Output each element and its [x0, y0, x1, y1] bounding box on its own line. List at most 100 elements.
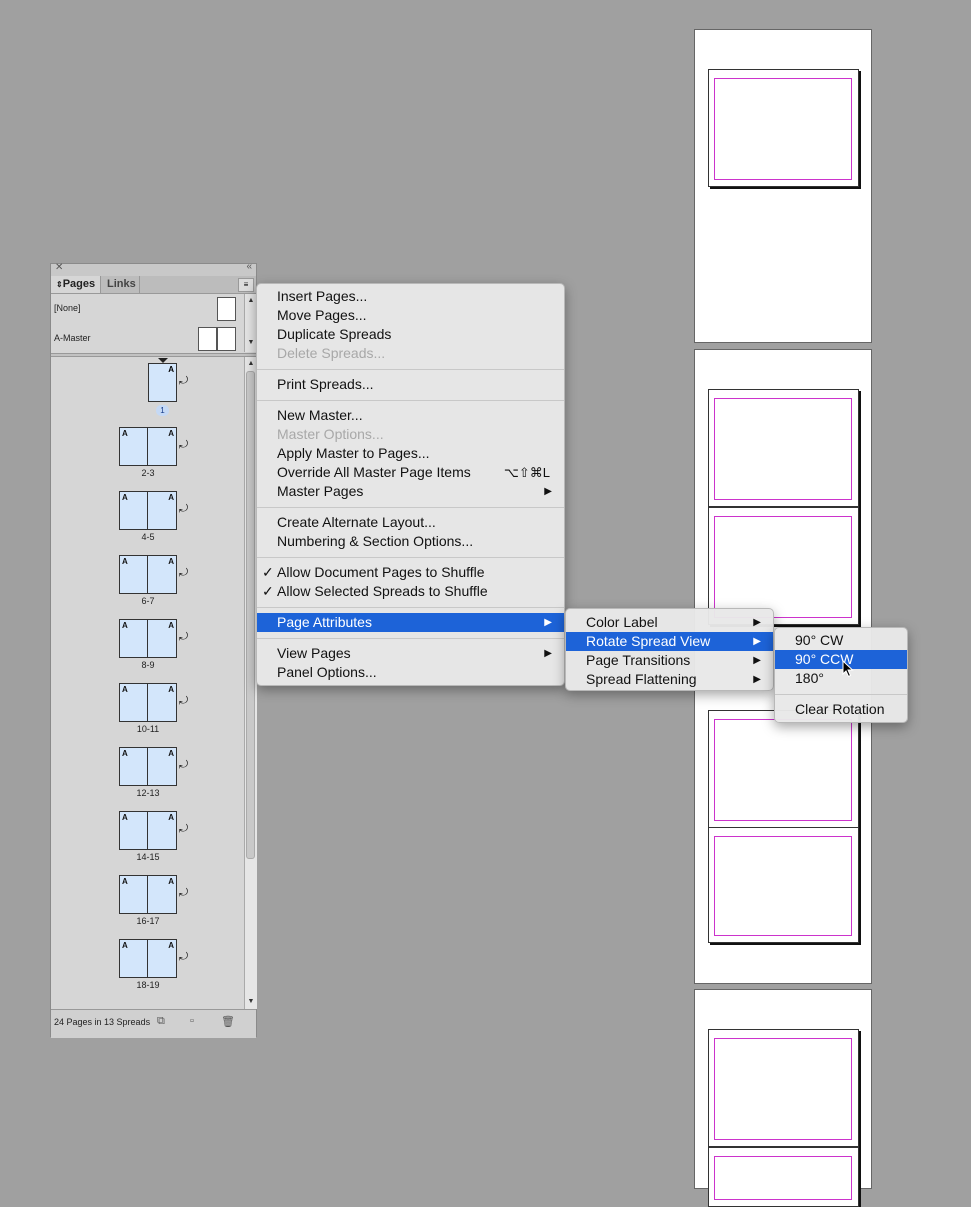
menu-item-label: Page Transitions	[586, 652, 691, 668]
menu-item-label: Allow Document Pages to Shuffle	[277, 564, 485, 580]
menu-separator	[257, 507, 564, 508]
panel-menu-item[interactable]: Master Pages ▶	[257, 482, 564, 501]
spread-thumbnail[interactable]: AA	[119, 427, 177, 466]
margin-guide	[714, 719, 852, 821]
panel-menu-item[interactable]: New Master...	[257, 406, 564, 425]
scroll-down-icon[interactable]: ▼	[245, 997, 257, 1007]
submenu-arrow-icon: ▶	[753, 674, 761, 685]
spine-line	[147, 812, 148, 849]
mouse-cursor-icon	[842, 660, 854, 678]
panel-menu-item[interactable]: Print Spreads...	[257, 375, 564, 394]
panel-menu-item[interactable]: Override All Master Page Items ⌥⇧⌘L	[257, 463, 564, 482]
close-icon[interactable]: ✕	[55, 262, 63, 273]
rotate-item[interactable]: Clear Rotation	[775, 700, 907, 719]
tab-pages-label: Pages	[62, 278, 96, 290]
menu-item-label: 180°	[795, 670, 824, 686]
document-page	[708, 389, 859, 507]
spread-thumbnail[interactable]: AA	[119, 491, 177, 530]
master-prefix: A	[122, 685, 128, 694]
spread-thumbnail[interactable]: AA	[119, 683, 177, 722]
master-a[interactable]: A-Master	[51, 324, 244, 352]
margin-guide	[714, 398, 852, 500]
spread-thumbnail[interactable]: AA	[119, 555, 177, 594]
spread-number: 10-11	[136, 724, 160, 734]
menu-item-label: Print Spreads...	[277, 376, 374, 392]
master-prefix: A	[168, 941, 174, 950]
master-prefix: A	[168, 685, 174, 694]
shuffle-icon: ⤾	[179, 695, 189, 707]
shuffle-icon: ⤾	[179, 439, 189, 451]
margin-guide	[714, 78, 852, 180]
panel-menu-item[interactable]: Insert Pages...	[257, 287, 564, 306]
panel-menu-item[interactable]: Move Pages...	[257, 306, 564, 325]
master-prefix: A	[122, 621, 128, 630]
panel-menu-icon[interactable]: ≡	[238, 278, 254, 292]
panel-footer: 24 Pages in 13 Spreads ⧉ ▫ 🗑	[51, 1009, 256, 1038]
panel-menu-item[interactable]: Page Attributes ▶	[257, 613, 564, 632]
shuffle-icon: ⤾	[179, 823, 189, 835]
page-size-icon[interactable]: ⧉	[157, 1015, 165, 1028]
tab-pages[interactable]: ⇕Pages	[51, 276, 101, 293]
margin-guide	[714, 516, 852, 618]
scrollbar-thumb[interactable]	[246, 371, 255, 859]
master-none[interactable]: [None]	[51, 294, 244, 322]
spine-line	[147, 428, 148, 465]
panel-menu-item[interactable]: View Pages ▶	[257, 644, 564, 663]
margin-guide	[714, 836, 852, 936]
page-attributes-item[interactable]: Rotate Spread View ▶	[566, 632, 773, 651]
page-attributes-item[interactable]: Color Label ▶	[566, 613, 773, 632]
spine-line	[147, 620, 148, 657]
menu-separator	[257, 400, 564, 401]
panel-menu-item: Master Options...	[257, 425, 564, 444]
page-thumbnail-1[interactable]: A	[148, 363, 177, 402]
panel-menu-item[interactable]: Panel Options...	[257, 663, 564, 682]
master-prefix: A	[122, 493, 128, 502]
master-prefix: A	[122, 429, 128, 438]
panel-menu-item[interactable]: ✓ Allow Document Pages to Shuffle	[257, 563, 564, 582]
master-thumbnail	[217, 327, 236, 351]
page-attributes-item[interactable]: Spread Flattening ▶	[566, 670, 773, 689]
menu-separator	[257, 369, 564, 370]
margin-guide	[714, 1156, 852, 1200]
rotate-item[interactable]: 90° CW	[775, 631, 907, 650]
menu-separator	[257, 557, 564, 558]
document-page	[708, 69, 859, 187]
panel-menu-item[interactable]: Apply Master to Pages...	[257, 444, 564, 463]
spread-number: 2-3	[141, 468, 155, 478]
panel-menu-item[interactable]: ✓ Allow Selected Spreads to Shuffle	[257, 582, 564, 601]
masters-section: [None] A-Master	[51, 294, 244, 354]
spread-thumbnail[interactable]: AA	[119, 747, 177, 786]
menu-separator	[257, 638, 564, 639]
submenu-arrow-icon: ▶	[753, 655, 761, 666]
menu-item-label: Create Alternate Layout...	[277, 514, 436, 530]
shuffle-icon: ⤾	[179, 951, 189, 963]
panel-menu-item[interactable]: Numbering & Section Options...	[257, 532, 564, 551]
menu-item-label: Apply Master to Pages...	[277, 445, 430, 461]
pages-panel: ✕ « ⇕Pages Links ≡ [None] A-Master ▲ ▼ A…	[50, 261, 257, 1038]
spread-number: 18-19	[136, 980, 160, 990]
shuffle-icon: ⤾	[179, 503, 189, 515]
menu-item-label: Color Label	[586, 614, 658, 630]
rotate-item[interactable]: 180°	[775, 669, 907, 688]
new-page-icon[interactable]: ▫	[190, 1015, 194, 1027]
tab-links[interactable]: Links	[102, 276, 140, 293]
spread-thumbnail[interactable]: AA	[119, 619, 177, 658]
submenu-arrow-icon: ▶	[753, 636, 761, 647]
spread-number: 16-17	[136, 916, 160, 926]
spread-thumbnail[interactable]: AA	[119, 875, 177, 914]
spread-thumbnail[interactable]: AA	[119, 939, 177, 978]
menu-item-label: Delete Spreads...	[277, 345, 386, 361]
page-attributes-item[interactable]: Page Transitions ▶	[566, 651, 773, 670]
menu-item-label: Allow Selected Spreads to Shuffle	[277, 583, 488, 599]
menu-item-label: 90° CW	[795, 632, 844, 648]
shuffle-icon: ⤾	[179, 567, 189, 579]
master-prefix: A	[168, 429, 174, 438]
menu-item-label: Panel Options...	[277, 664, 377, 680]
spread-thumbnail[interactable]: AA	[119, 811, 177, 850]
master-prefix: A	[122, 749, 128, 758]
panel-menu-item[interactable]: Duplicate Spreads	[257, 325, 564, 344]
trash-icon[interactable]: 🗑	[221, 1015, 235, 1028]
rotate-item[interactable]: 90° CCW	[775, 650, 907, 669]
collapse-icon[interactable]: «	[246, 261, 252, 272]
panel-menu-item[interactable]: Create Alternate Layout...	[257, 513, 564, 532]
